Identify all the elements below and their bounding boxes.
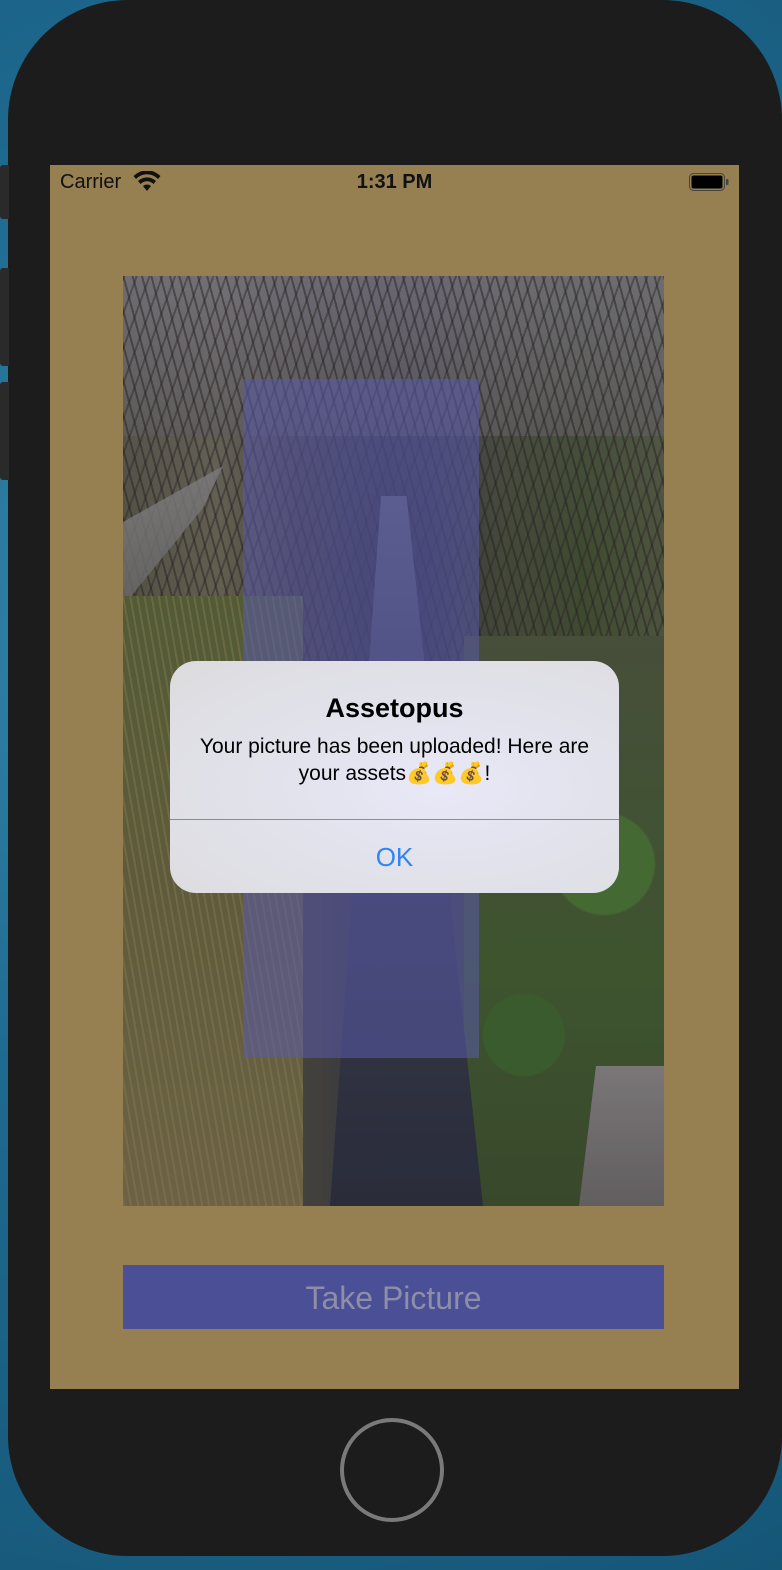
home-button[interactable] xyxy=(340,1418,444,1522)
mute-switch xyxy=(0,165,9,219)
app-screen: Carrier 1:31 PM Take Picture Assetopus Y… xyxy=(50,165,739,1389)
battery-icon xyxy=(689,173,729,191)
alert-title: Assetopus xyxy=(325,693,464,723)
alert-message: Your picture has been uploaded! Here are… xyxy=(199,735,590,785)
volume-up-button xyxy=(0,268,9,366)
volume-down-button xyxy=(0,382,9,480)
status-bar: Carrier 1:31 PM xyxy=(50,165,739,199)
alert-dialog: Assetopus Your picture has been uploaded… xyxy=(170,661,619,893)
take-picture-button[interactable]: Take Picture xyxy=(123,1265,664,1329)
alert-ok-button[interactable]: OK xyxy=(170,820,619,893)
status-time: 1:31 PM xyxy=(356,171,433,193)
